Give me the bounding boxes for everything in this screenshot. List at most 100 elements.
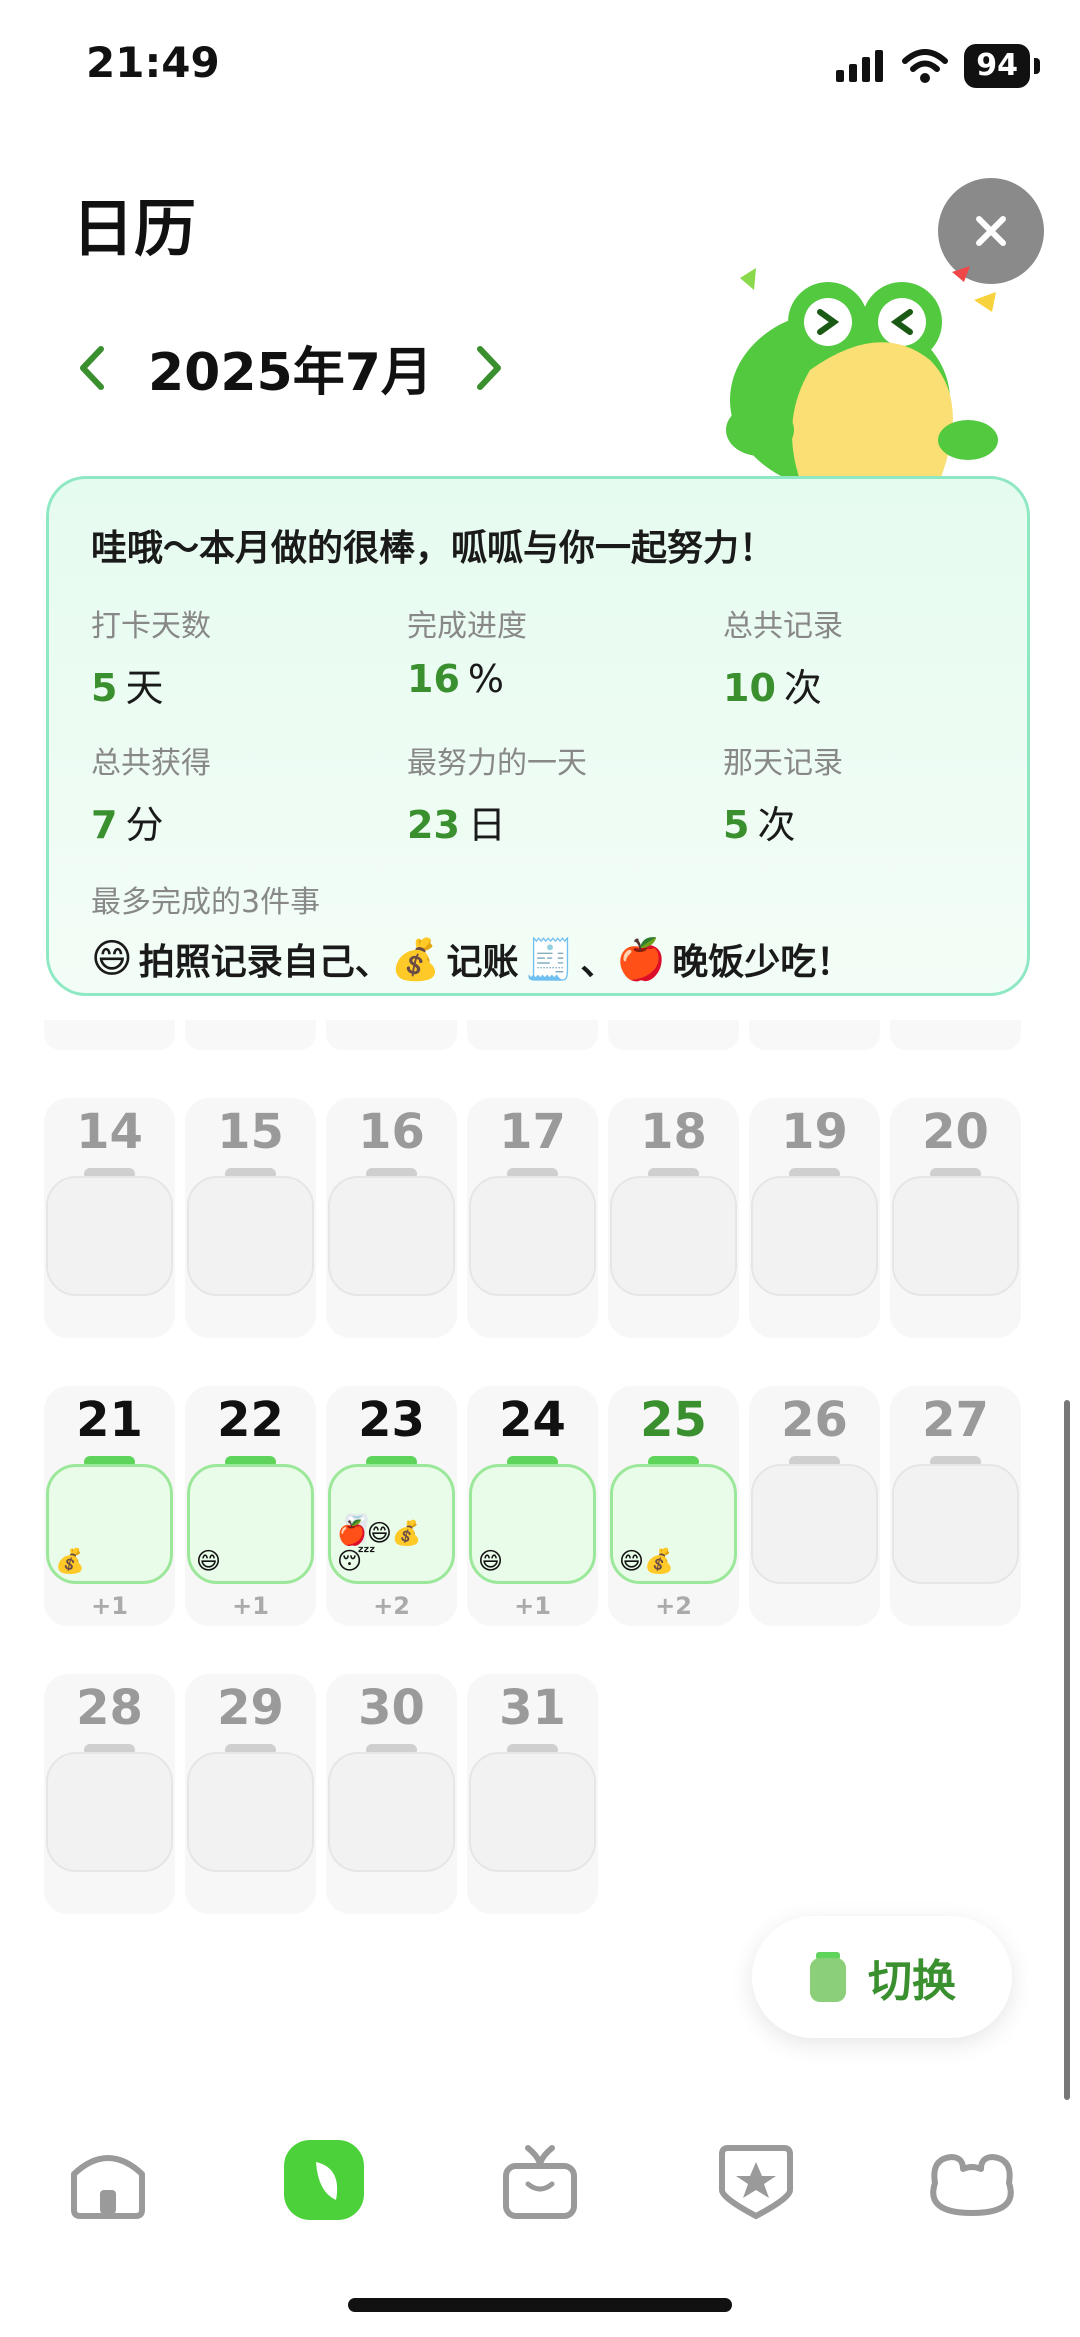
habit-jar	[469, 1176, 596, 1296]
calendar-day[interactable]: 16	[326, 1098, 457, 1338]
calendar-day[interactable]: 15	[185, 1098, 316, 1338]
day-number: 19	[781, 1104, 848, 1160]
day-number: 29	[217, 1680, 284, 1736]
day-column: 24 😄 +1	[467, 1386, 598, 1626]
jar-emojis: 🍎😄💰😴	[337, 1519, 422, 1575]
next-month-button[interactable]	[459, 338, 519, 398]
day-column: 18	[608, 1098, 739, 1338]
calendar-day[interactable]: 23 🦷 🍎😄💰😴 +2	[326, 1386, 457, 1626]
calendar-day[interactable]: 30	[326, 1674, 457, 1914]
prev-month-button[interactable]	[62, 338, 122, 398]
points-earned: +2	[655, 1592, 692, 1620]
day-column: 31	[467, 1674, 598, 1914]
calendar-day[interactable]: 24 😄 +1	[467, 1386, 598, 1626]
day-number: 17	[499, 1104, 566, 1160]
calendar-grid: 14 15 16 17 18 19 20 21 💰 +1 22 😄 +1 23 🦷 🍎😄💰😴 +2 24 😄 +1 25…	[44, 1020, 1036, 1914]
calendar-day[interactable]: 22 😄 +1	[185, 1386, 316, 1626]
day-column: 17	[467, 1098, 598, 1338]
calendar-day[interactable]: 27	[890, 1386, 1021, 1626]
nav-home[interactable]	[58, 2130, 158, 2230]
day-number: 22	[217, 1392, 284, 1448]
calendar-day[interactable]: 28	[44, 1674, 175, 1914]
habit-jar: 😄	[469, 1464, 596, 1584]
day-number: 26	[781, 1392, 848, 1448]
stat-total-points: 总共获得 7分	[91, 738, 407, 849]
separator: 、	[580, 942, 617, 983]
stub-cell	[326, 1020, 457, 1050]
stat-number: 5	[723, 803, 750, 847]
frog-icon	[930, 2154, 1014, 2216]
stub-cell	[608, 1020, 739, 1050]
stat-label: 打卡天数	[91, 609, 211, 644]
nav-gift[interactable]	[490, 2130, 590, 2230]
points-earned: +1	[91, 1592, 128, 1620]
jar-icon	[810, 1952, 846, 2002]
month-label: 2025年7月	[148, 343, 433, 403]
receipt-emoji-icon: 🧾	[524, 936, 575, 983]
nav-profile[interactable]	[922, 2130, 1022, 2230]
day-number: 27	[922, 1392, 989, 1448]
points-earned: +1	[514, 1592, 551, 1620]
switch-label: 切换	[868, 1956, 956, 2007]
day-number: 15	[217, 1104, 284, 1160]
top3-item: 记账	[446, 942, 519, 983]
calendar-day[interactable]: 20	[890, 1098, 1021, 1338]
calendar-day[interactable]: 25 😄💰 +2	[608, 1386, 739, 1626]
stat-label: 总共记录	[723, 609, 843, 644]
status-icons: 94	[836, 44, 1040, 88]
habit-jar	[469, 1752, 596, 1872]
switch-view-button[interactable]: 切换	[752, 1916, 1012, 2038]
stat-label: 完成进度	[407, 609, 527, 644]
signal-icon	[836, 50, 884, 82]
leaf-icon	[284, 2140, 364, 2220]
previous-week-stub	[44, 1020, 1036, 1050]
calendar-week: 14 15 16 17 18 19 20	[44, 1098, 1036, 1338]
day-number: 14	[76, 1104, 143, 1160]
stats-grid: 打卡天数 5天 完成进度 16% 总共记录 10 次 总共获得 7分 最努力的一天…	[91, 601, 985, 849]
stat-checkin-days: 打卡天数 5天	[91, 601, 407, 712]
nav-achievements[interactable]	[706, 2130, 806, 2230]
month-navigator: 2025年7月	[62, 330, 519, 405]
calendar-day[interactable]: 31	[467, 1674, 598, 1914]
calendar-day[interactable]: 19	[749, 1098, 880, 1338]
day-number: 20	[922, 1104, 989, 1160]
day-number: 21	[76, 1392, 143, 1448]
home-icon	[71, 2155, 145, 2219]
stat-label: 那天记录	[723, 746, 843, 781]
day-column: 16	[326, 1098, 457, 1338]
calendar-day[interactable]: 21 💰 +1	[44, 1386, 175, 1626]
stat-unit: 次	[757, 803, 796, 847]
stat-number: 16	[407, 657, 460, 701]
jar-emojis: 😄	[478, 1547, 504, 1575]
stat-unit: %	[467, 657, 504, 701]
day-column: 27	[890, 1386, 1021, 1626]
stub-cell	[749, 1020, 880, 1050]
calendar-day[interactable]: 29	[185, 1674, 316, 1914]
day-number: 16	[358, 1104, 425, 1160]
scrollbar[interactable]	[1064, 1400, 1070, 2100]
habit-jar	[892, 1176, 1019, 1296]
stub-cell	[44, 1020, 175, 1050]
calendar-day[interactable]: 14	[44, 1098, 175, 1338]
calendar-day[interactable]: 26	[749, 1386, 880, 1626]
habit-jar	[892, 1464, 1019, 1584]
habit-jar	[328, 1752, 455, 1872]
calendar-week: 21 💰 +1 22 😄 +1 23 🦷 🍎😄💰😴 +2 24 😄 +1 25 😄💰 +2 26 27	[44, 1386, 1036, 1626]
habit-jar	[187, 1176, 314, 1296]
stat-label: 最努力的一天	[407, 746, 587, 781]
calendar-day[interactable]: 17	[467, 1098, 598, 1338]
day-column: 26	[749, 1386, 880, 1626]
grin-emoji-icon: 😄	[91, 936, 133, 982]
nav-calendar-active[interactable]	[274, 2130, 374, 2230]
stub-cell	[185, 1020, 316, 1050]
habit-jar	[610, 1176, 737, 1296]
stat-number: 5	[91, 666, 118, 710]
day-column: 15	[185, 1098, 316, 1338]
habit-jar	[751, 1464, 878, 1584]
money-bag-emoji-icon: 💰	[390, 936, 441, 983]
calendar-day[interactable]: 18	[608, 1098, 739, 1338]
day-column: 25 😄💰 +2	[608, 1386, 739, 1626]
day-column: 30	[326, 1674, 457, 1914]
habit-jar	[46, 1752, 173, 1872]
day-number: 18	[640, 1104, 707, 1160]
